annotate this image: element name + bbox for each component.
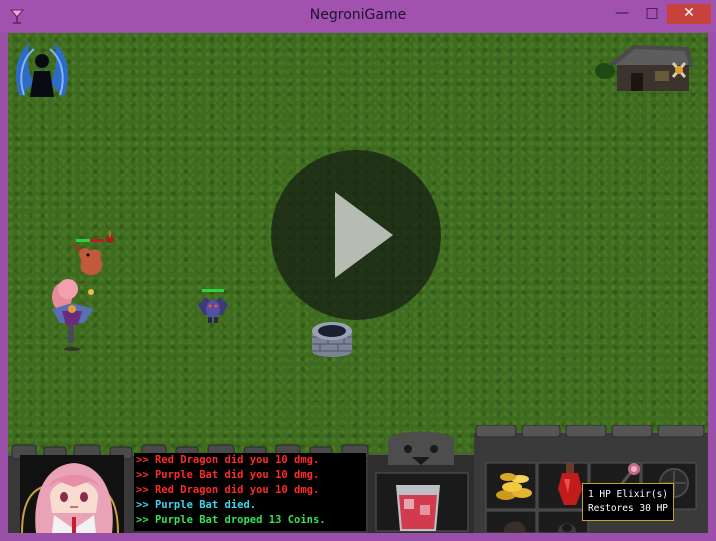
maximize-button[interactable]: □ <box>637 4 667 24</box>
helmet-slot-icon[interactable] <box>500 512 530 533</box>
combat-log-line: >> Purple Bat did you 10 dmg. <box>136 469 320 481</box>
tooltip-description: Restores 30 HP <box>587 503 669 514</box>
combat-log-line: >> Purple Bat droped 13 Coins. <box>136 514 326 526</box>
tooltip-title: 1 HP Elixir(s) <box>587 489 669 500</box>
purple-bat-sprite <box>198 289 228 323</box>
player-hero[interactable] <box>48 279 98 353</box>
game-viewport[interactable]: >> Red Dragon did you 10 dmg. >> Purple … <box>8 33 708 533</box>
red-dragon-enemy[interactable] <box>70 229 116 281</box>
combat-log-line: >> Red Dragon did you 10 dmg. <box>136 484 320 496</box>
play-button[interactable] <box>271 150 441 320</box>
combat-log-line: >> Purple Bat died. <box>136 499 257 511</box>
play-icon <box>335 192 393 278</box>
negroni-cocktail-icon <box>396 485 440 531</box>
minimize-button[interactable]: — <box>607 4 637 24</box>
guild-emblem-icon <box>15 43 69 97</box>
gold-coins-icon[interactable] <box>494 465 534 505</box>
stone-well[interactable] <box>308 313 356 361</box>
combat-log: >> Red Dragon did you 10 dmg. >> Purple … <box>134 453 366 531</box>
combat-log-line: >> Red Dragon did you 10 dmg. <box>136 454 320 466</box>
hero-portrait <box>35 463 113 533</box>
red-dragon-sprite <box>72 231 114 275</box>
item-tooltip: 1 HP Elixir(s) Restores 30 HP <box>582 483 674 521</box>
title-bar: NegroniGame — □ ✕ <box>0 0 716 32</box>
house-building[interactable] <box>593 43 698 95</box>
close-button[interactable]: ✕ <box>667 4 711 24</box>
purple-bat-enemy[interactable] <box>196 287 230 327</box>
hooded-slot-icon[interactable] <box>552 512 582 533</box>
